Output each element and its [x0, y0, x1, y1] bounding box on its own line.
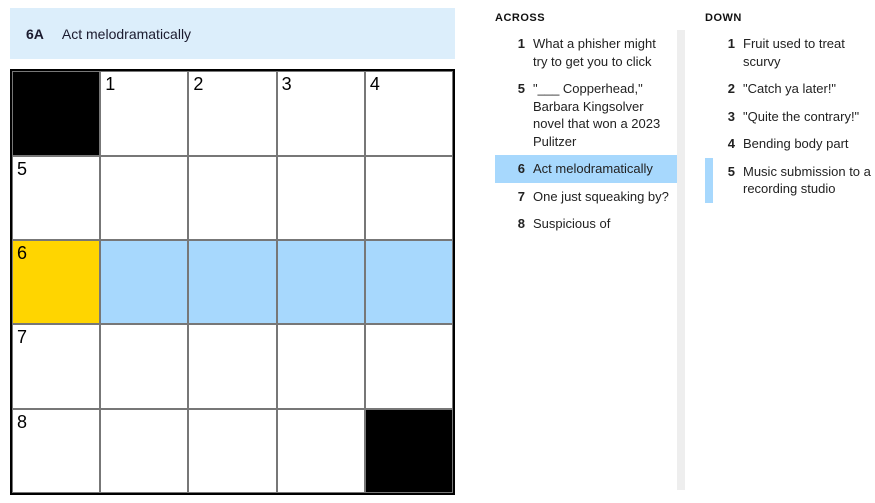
- clue-down-2[interactable]: 2 "Catch ya later!": [705, 75, 875, 103]
- clue-number: 3: [713, 108, 735, 126]
- clue-number: 1: [503, 35, 525, 70]
- down-scroll[interactable]: 1Fruit used to treat scurvy 2 "Catch ya la…: [705, 30, 875, 490]
- clue-number: 7: [503, 188, 525, 206]
- grid-row: 7: [12, 324, 453, 408]
- clue-text: "Quite the contrary!": [743, 108, 875, 126]
- grid-cell[interactable]: 8: [12, 409, 100, 493]
- down-heading: DOWN: [705, 8, 875, 30]
- clue-down-4[interactable]: 4 Bending body part: [705, 130, 875, 158]
- clue-down-1[interactable]: 1Fruit used to treat scurvy: [705, 30, 875, 75]
- cell-number: 7: [17, 327, 27, 348]
- grid-cell[interactable]: [188, 156, 276, 240]
- grid-cell[interactable]: [100, 324, 188, 408]
- current-clue-bar[interactable]: 6A Act melodramatically: [10, 8, 455, 59]
- clue-text: "Catch ya later!": [743, 80, 875, 98]
- clue-text: Suspicious of: [533, 215, 671, 233]
- clue-text: One just squeaking by?: [533, 188, 671, 206]
- grid-cell[interactable]: [277, 409, 365, 493]
- clue-number: 4: [713, 135, 735, 153]
- grid-cell[interactable]: [100, 409, 188, 493]
- grid-cell[interactable]: [365, 156, 453, 240]
- grid-row: 1 2 3 4: [12, 71, 453, 155]
- grid-cell-black: [365, 409, 453, 493]
- clue-text: "___ Copperhead," Barbara Kingsolver nov…: [533, 80, 671, 150]
- cell-number: 5: [17, 159, 27, 180]
- grid-cell[interactable]: 1: [100, 71, 188, 155]
- clue-number: 8: [503, 215, 525, 233]
- grid-cell[interactable]: [100, 156, 188, 240]
- grid-cell-black: [12, 71, 100, 155]
- down-column: DOWN 1Fruit used to treat scurvy 2 "Catch …: [705, 8, 875, 495]
- clue-number: 6: [503, 160, 525, 178]
- grid-cell[interactable]: [188, 324, 276, 408]
- grid-row: 8: [12, 409, 453, 493]
- current-clue-text: Act melodramatically: [62, 26, 191, 42]
- clue-across-5[interactable]: 5"___ Copperhead," Barbara Kingsolver no…: [495, 75, 677, 155]
- puzzle-panel: 6A Act melodramatically 1 2 3 4 5 6 7 8: [10, 8, 455, 495]
- grid-row: 6: [12, 240, 453, 324]
- cell-number: 8: [17, 412, 27, 433]
- cell-number: 4: [370, 74, 380, 95]
- grid-cell[interactable]: 2: [188, 71, 276, 155]
- clue-across-8[interactable]: 8 Suspicious of: [495, 210, 677, 238]
- clue-text: Music submission to a recording studio: [743, 163, 875, 198]
- cell-number: 1: [105, 74, 115, 95]
- grid-cell[interactable]: [188, 409, 276, 493]
- grid-cell[interactable]: [277, 324, 365, 408]
- cell-number: 2: [193, 74, 203, 95]
- clue-number: 2: [713, 80, 735, 98]
- clue-number: 1: [713, 35, 735, 70]
- clue-number: 5: [713, 163, 735, 198]
- grid-cell[interactable]: 3: [277, 71, 365, 155]
- grid-cell[interactable]: [188, 240, 276, 324]
- across-scroll[interactable]: 1What a phisher might try to get you to …: [495, 30, 685, 490]
- across-heading: ACROSS: [495, 8, 685, 30]
- clue-text: Bending body part: [743, 135, 875, 153]
- clue-down-5[interactable]: 5Music submission to a recording studio: [705, 158, 875, 203]
- clue-text: Fruit used to treat scurvy: [743, 35, 875, 70]
- grid-cell[interactable]: 4: [365, 71, 453, 155]
- clue-text: Act melodramatically: [533, 160, 671, 178]
- cell-number: 6: [17, 243, 27, 264]
- clue-number: 5: [503, 80, 525, 150]
- clue-across-7[interactable]: 7 One just squeaking by?: [495, 183, 677, 211]
- grid-cell[interactable]: 7: [12, 324, 100, 408]
- grid-cell[interactable]: [365, 324, 453, 408]
- grid-cell[interactable]: [100, 240, 188, 324]
- clue-across-6[interactable]: 6 Act melodramatically: [495, 155, 677, 183]
- grid-cell[interactable]: [277, 156, 365, 240]
- across-column: ACROSS 1What a phisher might try to get …: [495, 8, 685, 495]
- clue-down-3[interactable]: 3 "Quite the contrary!": [705, 103, 875, 131]
- clue-lists: ACROSS 1What a phisher might try to get …: [495, 8, 875, 495]
- clue-text: What a phisher might try to get you to c…: [533, 35, 671, 70]
- grid-cell[interactable]: [365, 240, 453, 324]
- cell-number: 3: [282, 74, 292, 95]
- grid-cell[interactable]: 6: [12, 240, 100, 324]
- grid-row: 5: [12, 156, 453, 240]
- crossword-grid: 1 2 3 4 5 6 7 8: [10, 69, 455, 495]
- clue-across-1[interactable]: 1What a phisher might try to get you to …: [495, 30, 677, 75]
- grid-cell[interactable]: [277, 240, 365, 324]
- crossword-app: 6A Act melodramatically 1 2 3 4 5 6 7 8 ACROSS …: [0, 0, 875, 503]
- current-clue-number: 6A: [26, 26, 44, 42]
- grid-cell[interactable]: 5: [12, 156, 100, 240]
